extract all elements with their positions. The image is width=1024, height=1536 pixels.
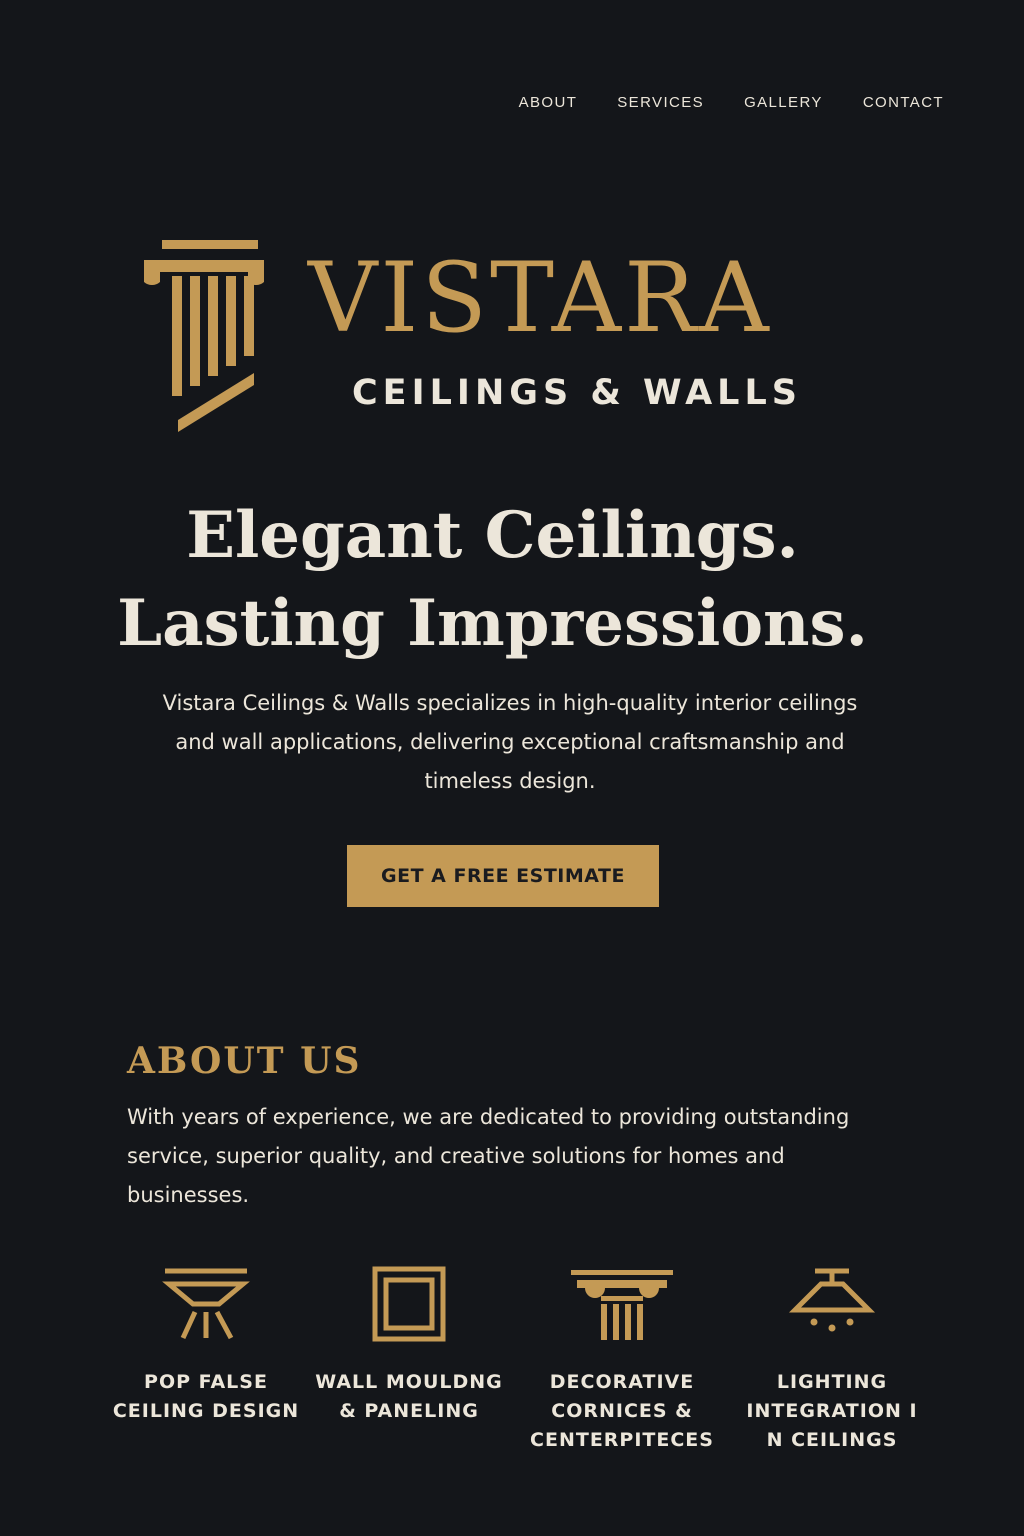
nav-gallery-link[interactable]: GALLERY (744, 94, 823, 111)
service-wall-moulding[interactable]: WALL MOULDNG & PANELING (299, 1262, 519, 1426)
brand-subtitle: CEILINGS & WALLS (352, 373, 802, 413)
service-label: LIGHTING INTEGRATION I N CEILINGS (746, 1371, 918, 1451)
ceiling-light-icon (162, 1268, 250, 1340)
about-title: ABOUT US (127, 1040, 362, 1082)
service-pop-false-ceiling[interactable]: POP FALSE CEILING DESIGN (96, 1262, 316, 1426)
brand-name: VISTARA (308, 242, 772, 354)
brand-logo: VISTARA CEILINGS & WALLS (140, 238, 900, 438)
service-decorative-cornices[interactable]: DECORATIVE CORNICES & CENTERPITECES (512, 1262, 732, 1455)
nav-contact-link[interactable]: CONTACT (863, 94, 944, 111)
nav-services-link[interactable]: SERVICES (617, 94, 704, 111)
service-label: DECORATIVE CORNICES & CENTERPITECES (530, 1371, 714, 1451)
about-text: With years of experience, we are dedicat… (127, 1105, 850, 1207)
service-label: WALL MOULDNG & PANELING (315, 1371, 503, 1422)
top-nav: ABOUT SERVICES GALLERY CONTACT (519, 94, 944, 111)
pillar-icon (144, 240, 264, 432)
panel-frame-icon (372, 1266, 446, 1342)
nav-about-link[interactable]: ABOUT (519, 94, 578, 111)
pendant-lamp-icon (788, 1268, 876, 1332)
services-list: POP FALSE CEILING DESIGN WALL MOULDNG & … (0, 1262, 1024, 1462)
hero-title: Elegant Ceilings. Lasting Impressions. (0, 492, 985, 668)
cornice-column-icon (571, 1270, 673, 1340)
hero-description: Vistara Ceilings & Walls specializes in … (162, 691, 858, 793)
free-estimate-button[interactable]: GET A FREE ESTIMATE (347, 845, 659, 907)
hero-title-line1: Elegant Ceilings. (186, 498, 799, 573)
service-lighting-integration[interactable]: LIGHTING INTEGRATION I N CEILINGS (722, 1262, 942, 1455)
service-label: POP FALSE CEILING DESIGN (112, 1371, 300, 1422)
hero-title-line2: Lasting Impressions. (117, 586, 868, 661)
